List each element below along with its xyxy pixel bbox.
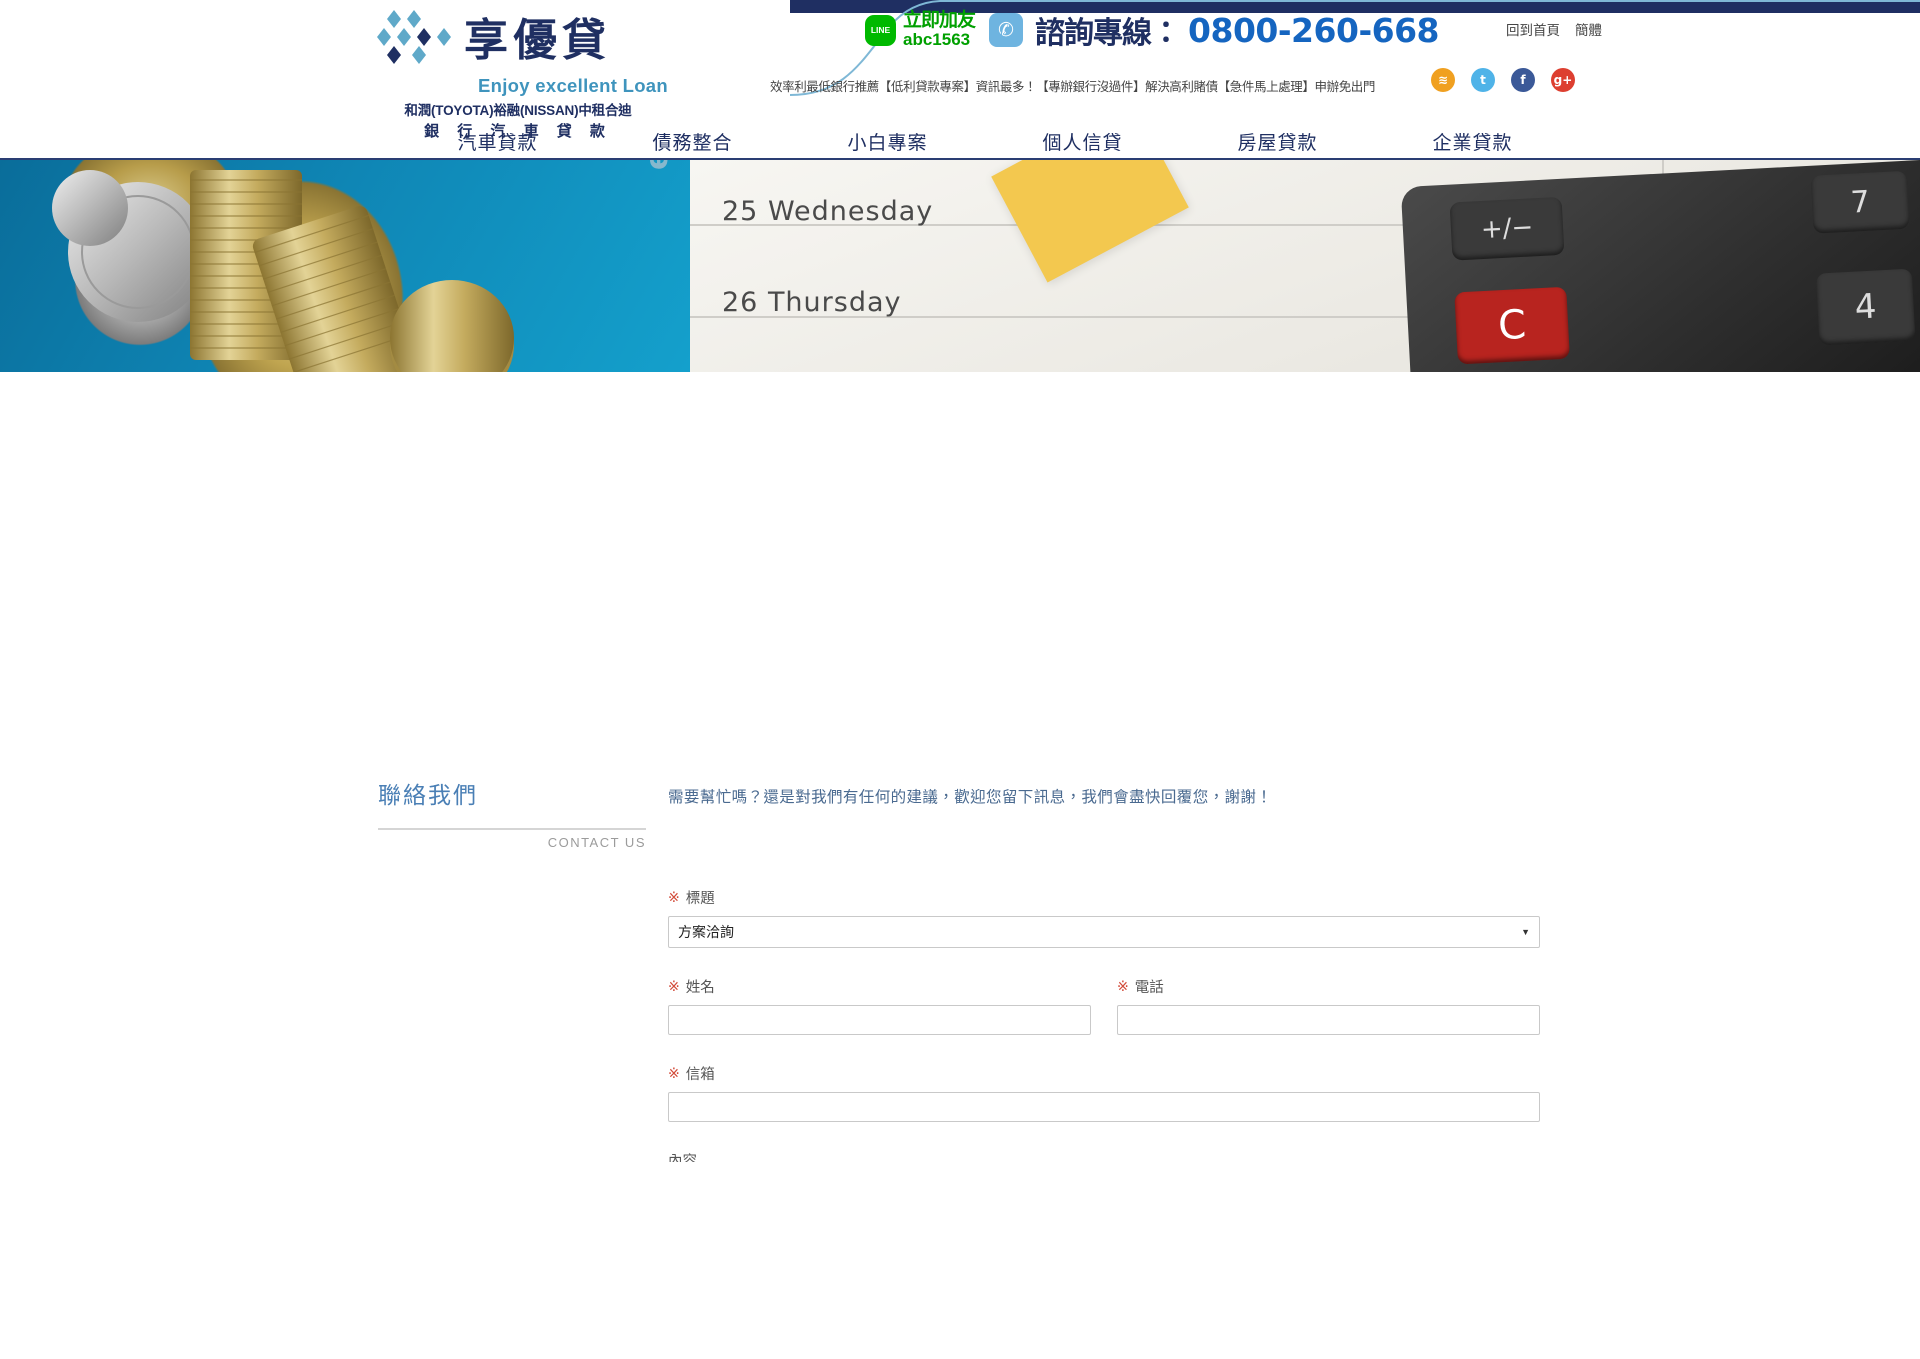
banner-week-label: eek 9 <box>640 160 675 170</box>
logo-wordmark: 享優貸 <box>464 15 611 66</box>
calculator-key-plusminus: +/− <box>1449 196 1565 261</box>
banner-day-label-1: 25 Wednesday <box>722 196 934 227</box>
calculator-key-4: 4 <box>1815 268 1916 346</box>
phone-number[interactable]: 0800-260-668 <box>1188 11 1440 50</box>
phone-icon: ✆ <box>989 13 1024 47</box>
main-content: 聯絡我們 CONTACT US 需要幫忙嗎？還是對我們有任何的建議，歡迎您留下訊… <box>0 372 1920 1288</box>
phone-label-row: ※ 電話 <box>1117 976 1540 997</box>
nav-item-business-loan[interactable]: 企業貸款 <box>1375 128 1570 155</box>
page-root: 享優貸 Enjoy excellent Loan 和潤(TOYOTA)裕融(NI… <box>0 0 1920 1307</box>
social-links: ≋ t f g+ <box>1431 68 1575 92</box>
line-texts: 立即加友 abc1563 <box>903 10 976 50</box>
logo-partners: 和潤(TOYOTA)裕融(NISSAN)中租合迪 <box>404 103 632 118</box>
nav-item-newbie-plan[interactable]: 小白專案 <box>790 128 985 155</box>
field-subject: ※ 標題 方案洽詢 ▼ <box>668 887 1540 948</box>
rss-icon[interactable]: ≋ <box>1431 68 1455 92</box>
calculator-key-7: 7 <box>1810 170 1910 234</box>
required-mark-icon: ※ <box>668 1065 680 1081</box>
name-label-row: ※ 姓名 <box>668 976 1091 997</box>
line-icon: LINE <box>865 14 896 46</box>
phone-label: 電話 <box>1134 980 1164 996</box>
name-input[interactable] <box>668 1005 1091 1035</box>
twitter-icon[interactable]: t <box>1471 68 1495 92</box>
nav-item-debt-consolidation[interactable]: 債務整合 <box>595 128 790 155</box>
subject-select-value: 方案洽詢 <box>678 924 734 940</box>
line-title: 立即加友 <box>903 10 976 32</box>
email-label: 信箱 <box>685 1067 715 1083</box>
email-input[interactable] <box>668 1092 1540 1122</box>
required-mark-icon: ※ <box>668 889 680 905</box>
name-label: 姓名 <box>685 980 715 996</box>
nav-item-car-loan[interactable]: 汽車貸款 <box>400 128 595 155</box>
hero-banner: 25 Wednesday 26 Thursday +/− 7 C 4 <box>0 160 1920 372</box>
logo-diamond-mark-icon <box>368 8 454 74</box>
link-simplified-chinese[interactable]: 簡體 <box>1575 19 1602 39</box>
top-utility-links: 回到首頁 簡體 <box>1506 19 1602 39</box>
section-heading: 聯絡我們 CONTACT US <box>378 776 646 850</box>
phone-input[interactable] <box>1117 1005 1540 1035</box>
subject-label-row: ※ 標題 <box>668 887 1540 908</box>
section-divider <box>378 828 646 830</box>
line-id: abc1563 <box>903 30 971 50</box>
name-phone-row: ※ 姓名 ※ 電話 <box>668 976 1540 1035</box>
email-label-row: ※ 信箱 <box>668 1063 1540 1084</box>
required-mark-icon: ※ <box>1117 978 1129 994</box>
subject-select[interactable]: 方案洽詢 ▼ <box>668 916 1540 948</box>
nav-item-home-loan[interactable]: 房屋貸款 <box>1180 128 1375 155</box>
field-name: ※ 姓名 <box>668 976 1091 1035</box>
line-add-friend[interactable]: LINE 立即加友 abc1563 <box>865 10 976 50</box>
required-mark-icon: ※ <box>668 978 680 994</box>
nav-item-personal-credit[interactable]: 個人信貸 <box>985 128 1180 155</box>
field-email: ※ 信箱 <box>668 1063 1540 1122</box>
field-phone: ※ 電話 <box>1117 976 1540 1035</box>
page-title-en: CONTACT US <box>547 835 646 850</box>
site-footer: 享優貸 Enjoy excellent Loan 和潤(TOYOTA)裕融(NI… <box>0 1162 1920 1307</box>
site-header: 享優貸 Enjoy excellent Loan 和潤(TOYOTA)裕融(NI… <box>0 0 1920 161</box>
banner-coins-illustration <box>52 170 514 372</box>
page-title: 聯絡我們 <box>378 782 478 808</box>
calculator-key-c: C <box>1454 286 1570 365</box>
header-contact-cluster: LINE 立即加友 abc1563 ✆ 諮詢專線： 0800-260-668 <box>865 8 1440 52</box>
facebook-icon[interactable]: f <box>1511 68 1535 92</box>
intro-text: 需要幫忙嗎？還是對我們有任何的建議，歡迎您留下訊息，我們會盡快回覆您，謝謝！ <box>668 789 1273 806</box>
site-logo[interactable]: 享優貸 Enjoy excellent Loan 和潤(TOYOTA)裕融(NI… <box>368 8 668 141</box>
diamond-mark-svg <box>377 10 451 64</box>
header-marquee-text: 效率利最低銀行推薦【低利貸款專案】資訊最多！【專辦銀行沒過件】解決高利賭債【急件… <box>770 80 1376 94</box>
link-home[interactable]: 回到首頁 <box>1506 19 1560 39</box>
banner-calculator: +/− 7 C 4 <box>1400 160 1920 372</box>
banner-day-label-2: 26 Thursday <box>722 287 902 318</box>
googleplus-icon[interactable]: g+ <box>1551 68 1575 92</box>
phone-label: 諮詢專線： <box>1035 17 1181 50</box>
chevron-down-icon: ▼ <box>1521 927 1530 937</box>
logo-tagline-en: Enjoy excellent Loan <box>477 75 668 96</box>
subject-label: 標題 <box>685 891 715 907</box>
logo-row: 享優貸 <box>368 8 668 74</box>
main-navigation: 汽車貸款 債務整合 小白專案 個人信貸 房屋貸款 企業貸款 <box>400 128 1570 155</box>
